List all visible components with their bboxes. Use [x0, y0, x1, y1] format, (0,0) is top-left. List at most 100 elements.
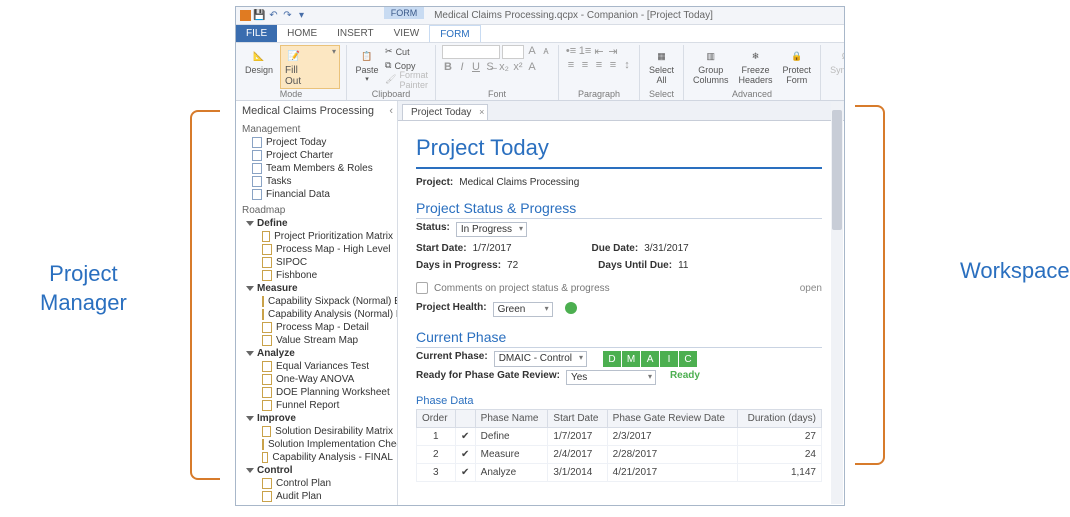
selectall-button[interactable]: ▦Select All	[646, 45, 677, 87]
design-button[interactable]: 📐Design	[242, 45, 276, 77]
sidebar-group[interactable]: Define	[242, 217, 393, 230]
page-title: Project Today	[416, 135, 822, 161]
table-row[interactable]: 1✔Define1/7/20172/3/201727	[417, 428, 822, 446]
sidebar-group[interactable]: Analyze	[242, 347, 393, 360]
sidebar-subitem[interactable]: Value Stream Map	[242, 334, 393, 347]
sidebar-group[interactable]: Improve	[242, 412, 393, 425]
table-row[interactable]: 2✔Measure2/4/20172/28/201724	[417, 446, 822, 464]
tab-insert[interactable]: INSERT	[327, 25, 384, 42]
days-until-due-label: Days Until Due:	[598, 260, 672, 271]
sidebar-subitem[interactable]: Capability Sixpack (Normal) Baseline	[242, 295, 393, 308]
col-order: Order	[417, 410, 456, 428]
subscript-icon[interactable]: x₂	[498, 61, 510, 73]
protect-form-button[interactable]: 🔒Protect Form	[780, 45, 815, 87]
tab-view[interactable]: VIEW	[384, 25, 430, 42]
font-color-icon[interactable]: A	[526, 61, 538, 73]
sidebar-subitem[interactable]: Project Prioritization Matrix	[242, 230, 393, 243]
indent-icon[interactable]: ⇥	[607, 45, 619, 57]
align-center-icon[interactable]: ≡	[579, 59, 591, 71]
sidebar-subitem[interactable]: Solution Desirability Matrix	[242, 425, 393, 438]
tab-home[interactable]: HOME	[277, 25, 327, 42]
sidebar-subitem[interactable]: DOE Planning Worksheet	[242, 386, 393, 399]
symbol-button[interactable]: ΩSymbol	[827, 45, 845, 77]
sidebar-item[interactable]: Project Today	[242, 136, 393, 149]
sidebar-subitem[interactable]: One-Way ANOVA	[242, 373, 393, 386]
document-tab-project-today[interactable]: Project Today ×	[402, 104, 488, 120]
sidebar-subitem[interactable]: Equal Variances Test	[242, 360, 393, 373]
shrink-font-icon[interactable]: ᴀ	[540, 45, 552, 57]
superscript-icon[interactable]: x²	[512, 61, 524, 73]
align-right-icon[interactable]: ≡	[593, 59, 605, 71]
align-left-icon[interactable]: ≡	[565, 59, 577, 71]
outdent-icon[interactable]: ⇤	[593, 45, 605, 57]
cut-button[interactable]: ✂Cut	[385, 45, 429, 58]
tab-form[interactable]: FORM	[429, 25, 480, 42]
collapse-sidebar-icon[interactable]: ‹	[389, 105, 393, 117]
close-tab-icon[interactable]: ×	[479, 107, 484, 117]
sidebar-subitem[interactable]: Capability Analysis (Normal) Baseline	[242, 308, 393, 321]
form-body[interactable]: Project Today Project:Medical Claims Pro…	[398, 121, 844, 505]
fillout-button[interactable]: 📝Fill Out	[280, 45, 340, 89]
scrollbar-thumb[interactable]	[832, 110, 842, 230]
document-icon	[262, 400, 272, 411]
undo-icon[interactable]: ↶	[268, 10, 279, 21]
status-select[interactable]: In Progress	[456, 222, 527, 237]
check-icon: ✔	[455, 446, 475, 464]
underline-icon[interactable]: U	[470, 61, 482, 73]
sidebar-subitem[interactable]: Process Map - High Level	[242, 243, 393, 256]
line-spacing-icon[interactable]: ↕	[621, 59, 633, 71]
save-icon[interactable]: 💾	[254, 10, 265, 21]
current-phase-select[interactable]: DMAIC - Control	[494, 351, 587, 367]
ribbon: 📐Design 📝Fill Out Mode 📋Paste▾ ✂Cut ⧉Cop…	[236, 43, 844, 101]
workspace-area: Project Today × Project Today Project:Me…	[398, 101, 844, 505]
sidebar-subitem[interactable]: Control Plan	[242, 477, 393, 490]
sidebar-group[interactable]: Measure	[242, 282, 393, 295]
qat-dropdown-icon[interactable]: ▾	[296, 10, 307, 21]
ribbon-group-font: Aᴀ B I U S̶ x₂ x² A Font	[436, 45, 559, 100]
sidebar-item[interactable]: Tasks	[242, 175, 393, 188]
sidebar-subitem[interactable]: Solution Implementation Checklist	[242, 438, 393, 451]
bold-icon[interactable]: B	[442, 61, 454, 73]
strike-icon[interactable]: S̶	[484, 61, 496, 73]
freeze-headers-button[interactable]: ❄Freeze Headers	[736, 45, 776, 87]
sidebar-subitem[interactable]: SIPOC	[242, 256, 393, 269]
document-icon	[262, 426, 271, 437]
vertical-scrollbar[interactable]	[831, 102, 843, 504]
ready-review-select[interactable]: Yes	[566, 370, 656, 385]
comment-icon[interactable]	[416, 282, 428, 294]
paste-button[interactable]: 📋Paste▾	[353, 45, 381, 85]
italic-icon[interactable]: I	[456, 61, 468, 73]
format-painter-button[interactable]: 🖌Format Painter	[385, 73, 429, 86]
sidebar-subitem[interactable]: Capability Analysis - FINAL	[242, 451, 393, 464]
sidebar-section-management: Management	[242, 124, 393, 135]
comments-expand-link[interactable]: open	[800, 283, 822, 294]
sidebar-subitem[interactable]: Audit Plan	[242, 490, 393, 503]
table-row[interactable]: 3✔Analyze3/1/20144/21/20171,147	[417, 464, 822, 482]
justify-icon[interactable]: ≡	[607, 59, 619, 71]
sidebar-subitem[interactable]: Funnel Report	[242, 399, 393, 412]
sidebar-group[interactable]: Control	[242, 464, 393, 477]
font-size-select[interactable]	[502, 45, 524, 59]
project-manager-sidebar: Medical Claims Processing ‹ Management P…	[236, 101, 398, 505]
bullets-icon[interactable]: •≡	[565, 45, 577, 57]
due-date-value: 3/31/2017	[644, 243, 689, 254]
start-date-label: Start Date:	[416, 243, 467, 254]
tab-file[interactable]: FILE	[236, 25, 277, 42]
phase-data-heading: Phase Data	[416, 395, 822, 407]
title-rule	[416, 167, 822, 169]
ribbon-label-mode: Mode	[280, 89, 303, 100]
sidebar-item[interactable]: Financial Data	[242, 188, 393, 201]
numbering-icon[interactable]: 1≡	[579, 45, 591, 57]
annotation-workspace: Workspace	[960, 258, 1070, 284]
group-columns-button[interactable]: ▥Group Columns	[690, 45, 732, 87]
sidebar-item[interactable]: Team Members & Roles	[242, 162, 393, 175]
sidebar-item[interactable]: Project Charter	[242, 149, 393, 162]
project-health-select[interactable]: Green	[493, 302, 553, 317]
grow-font-icon[interactable]: A	[526, 45, 538, 57]
redo-icon[interactable]: ↷	[282, 10, 293, 21]
sidebar-subitem[interactable]: Fishbone	[242, 269, 393, 282]
project-label: Project:	[416, 177, 453, 188]
font-name-select[interactable]	[442, 45, 500, 59]
sidebar-subitem[interactable]: Process Map - Detail	[242, 321, 393, 334]
sidebar-section-roadmap: Roadmap	[242, 205, 393, 216]
